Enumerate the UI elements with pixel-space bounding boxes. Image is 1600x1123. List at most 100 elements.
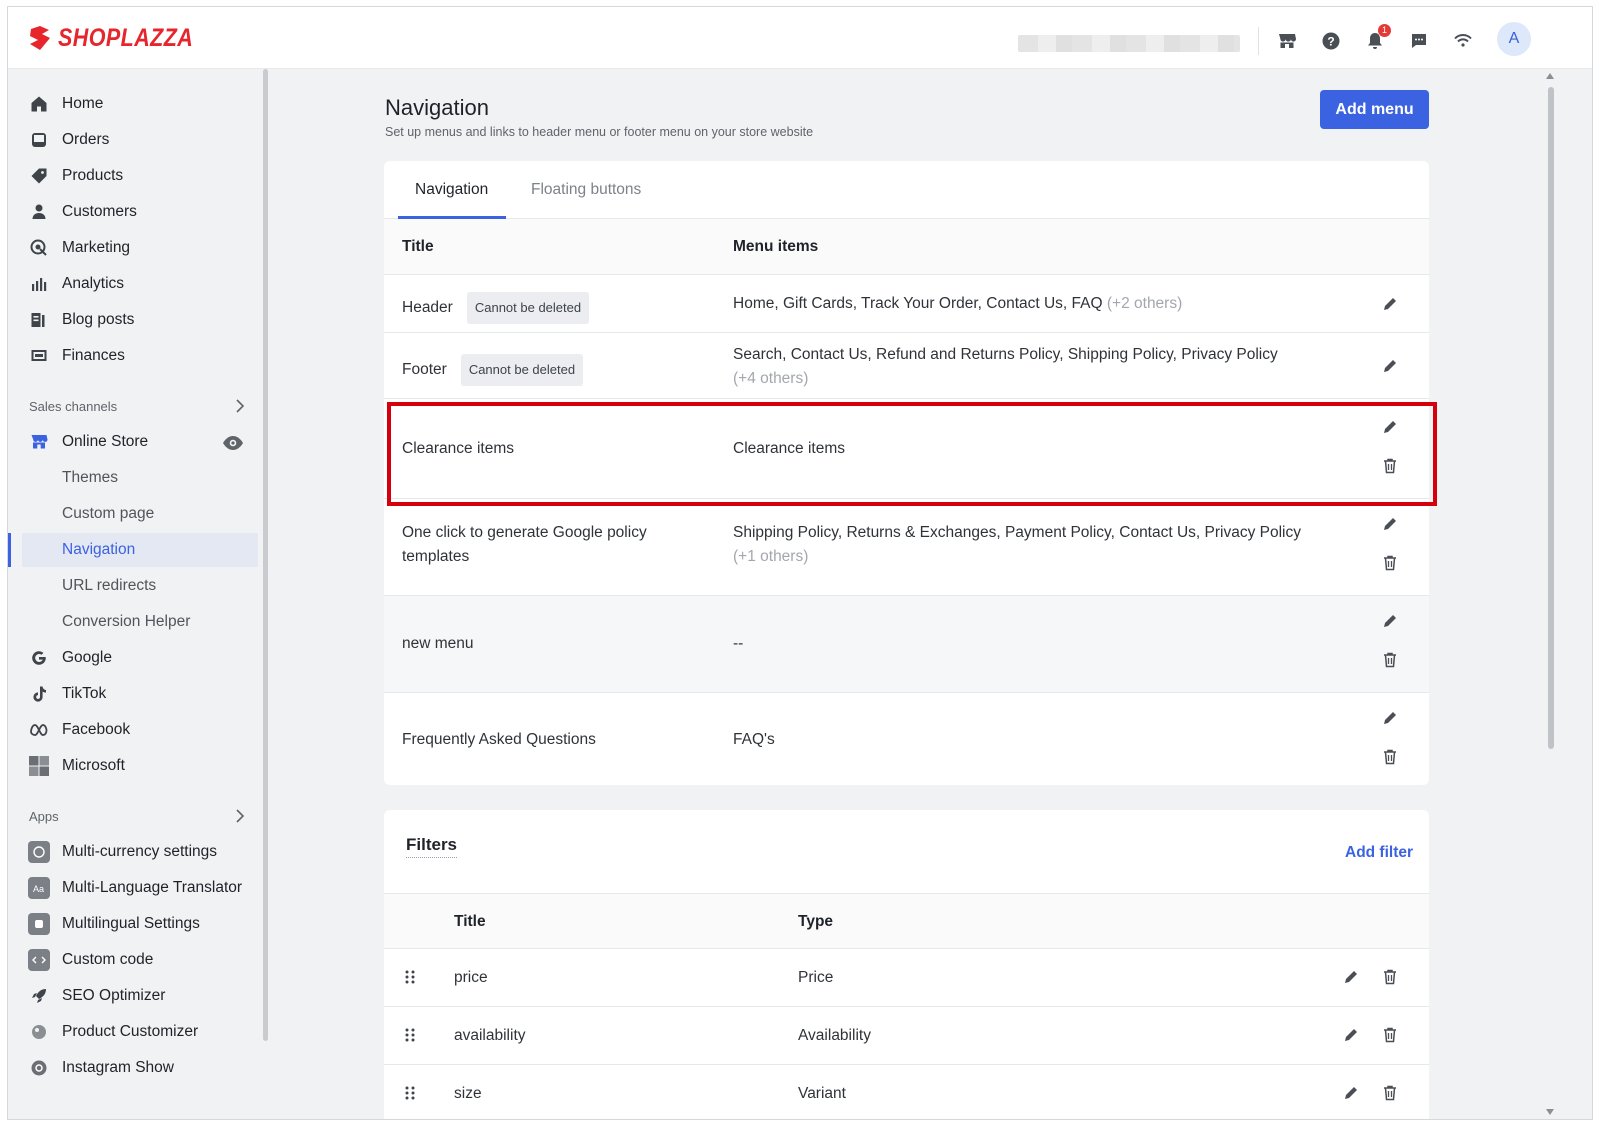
tab-navigation[interactable]: Navigation xyxy=(415,181,488,199)
sidebar-item-home[interactable]: Home xyxy=(22,87,258,121)
store-icon[interactable] xyxy=(1275,29,1299,53)
sidebar-item-analytics[interactable]: Analytics xyxy=(22,267,258,301)
eye-icon[interactable] xyxy=(222,435,244,451)
trash-icon[interactable] xyxy=(1379,552,1401,574)
table-row[interactable]: Footer Cannot be deleted Search, Contact … xyxy=(384,333,1429,399)
menu-title: Footer xyxy=(402,361,447,379)
edit-icon[interactable] xyxy=(1340,1082,1362,1104)
chevron-right-icon[interactable] xyxy=(235,399,245,413)
sidebar-app-instagram-show[interactable]: Instagram Show xyxy=(22,1051,258,1085)
trash-icon[interactable] xyxy=(1379,966,1401,988)
blog-icon xyxy=(28,309,50,331)
sidebar-sub-label: Navigation xyxy=(62,541,136,558)
sidebar-sub-navigation[interactable]: Navigation xyxy=(22,533,258,567)
table-row[interactable]: new menu -- xyxy=(384,596,1429,693)
filter-row[interactable]: price Price xyxy=(384,949,1429,1007)
trash-icon[interactable] xyxy=(1379,649,1401,671)
marketing-icon xyxy=(28,237,50,259)
filter-title: size xyxy=(454,1085,482,1102)
sidebar-item-label: SEO Optimizer xyxy=(62,987,166,1004)
menu-title: new menu xyxy=(402,635,474,652)
svg-text:Aa: Aa xyxy=(33,884,44,894)
drag-handle-icon[interactable] xyxy=(404,969,416,985)
edit-icon[interactable] xyxy=(1379,513,1401,535)
main-scrollbar-thumb[interactable] xyxy=(1548,87,1554,749)
sidebar-item-orders[interactable]: Orders xyxy=(22,123,258,157)
sidebar-item-facebook[interactable]: Facebook xyxy=(22,713,258,747)
table-row[interactable]: Frequently Asked Questions FAQ's xyxy=(384,693,1429,785)
column-header-title: Title xyxy=(402,238,434,255)
help-icon[interactable]: ? xyxy=(1319,29,1343,53)
trash-icon[interactable] xyxy=(1379,1082,1401,1104)
sidebar-item-microsoft[interactable]: Microsoft xyxy=(22,749,258,783)
sidebar-item-label: Multi-currency settings xyxy=(62,843,218,860)
table-row[interactable]: One click to generate Google policy temp… xyxy=(384,499,1429,596)
bell-icon[interactable]: 1 xyxy=(1363,24,1391,53)
filter-row[interactable]: availability Availability xyxy=(384,1007,1429,1065)
sidebar-item-label: Microsoft xyxy=(62,757,125,774)
add-menu-button[interactable]: Add menu xyxy=(1320,90,1429,129)
avatar[interactable]: A xyxy=(1497,22,1531,56)
brand-logo[interactable]: SHOPLAZZA xyxy=(28,23,215,53)
svg-text:?: ? xyxy=(1327,35,1334,49)
add-filter-button[interactable]: Add filter xyxy=(1345,844,1413,862)
sidebar-app-multilingual[interactable]: Multilingual Settings xyxy=(22,907,258,941)
edit-icon[interactable] xyxy=(1379,355,1401,377)
orders-icon xyxy=(28,129,50,151)
more-count: (+4 others) xyxy=(733,370,809,387)
sidebar-item-marketing[interactable]: Marketing xyxy=(22,231,258,265)
sidebar-item-label: Instagram Show xyxy=(62,1059,174,1076)
sidebar-app-multi-currency[interactable]: Multi-currency settings xyxy=(22,835,258,869)
sidebar-item-blog-posts[interactable]: Blog posts xyxy=(22,303,258,337)
scroll-up-arrow-icon[interactable] xyxy=(1546,73,1554,79)
code-app-icon xyxy=(28,949,50,971)
chevron-right-icon[interactable] xyxy=(235,809,245,823)
sidebar-item-label: Products xyxy=(62,167,124,184)
edit-icon[interactable] xyxy=(1379,293,1401,315)
sidebar-item-google[interactable]: Google xyxy=(22,641,258,675)
wifi-icon[interactable] xyxy=(1451,29,1475,53)
sidebar-item-products[interactable]: Products xyxy=(22,159,258,193)
sidebar-sub-conversion-helper[interactable]: Conversion Helper xyxy=(22,605,258,639)
page-title: Navigation xyxy=(385,95,489,120)
cannot-delete-badge: Cannot be deleted xyxy=(466,292,590,324)
table-row[interactable]: Header Cannot be deleted Home, Gift Cards… xyxy=(384,275,1429,333)
home-icon xyxy=(28,93,50,115)
sidebar-item-tiktok[interactable]: TikTok xyxy=(22,677,258,711)
sidebar-sub-themes[interactable]: Themes xyxy=(22,461,258,495)
filter-row[interactable]: size Variant xyxy=(384,1065,1429,1119)
menu-items-text: Shipping Policy, Returns & Exchanges, Pa… xyxy=(733,524,1301,541)
edit-icon[interactable] xyxy=(1379,610,1401,632)
menu-title-cell: Header Cannot be deleted xyxy=(402,292,702,324)
sidebar-app-custom-code[interactable]: Custom code xyxy=(22,943,258,977)
edit-icon[interactable] xyxy=(1340,1024,1362,1046)
meta-icon xyxy=(28,719,50,741)
sidebar-sub-label: Conversion Helper xyxy=(62,613,191,630)
filters-card: Filters Add filter Title Type price Pric… xyxy=(384,810,1429,1119)
multilingual-app-icon xyxy=(28,913,50,935)
filter-type: Price xyxy=(798,969,834,986)
sidebar-item-finances[interactable]: Finances xyxy=(22,339,258,373)
column-header-title: Title xyxy=(454,913,486,930)
sidebar-sub-label: URL redirects xyxy=(62,577,157,594)
scroll-down-arrow-icon[interactable] xyxy=(1546,1109,1554,1115)
edit-icon[interactable] xyxy=(1379,707,1401,729)
sidebar-item-customers[interactable]: Customers xyxy=(22,195,258,229)
drag-handle-icon[interactable] xyxy=(404,1027,416,1043)
sidebar-app-seo-optimizer[interactable]: SEO Optimizer xyxy=(22,979,258,1013)
trash-icon[interactable] xyxy=(1379,746,1401,768)
sidebar-sub-custom-page[interactable]: Custom page xyxy=(22,497,258,531)
sidebar-app-translator[interactable]: Aa Multi-Language Translator xyxy=(22,871,258,905)
sidebar-app-product-customizer[interactable]: Product Customizer xyxy=(22,1015,258,1049)
sidebar-item-label: Multi-Language Translator xyxy=(62,879,243,896)
sidebar-item-label: Custom code xyxy=(62,951,154,968)
finance-icon xyxy=(28,345,50,367)
cannot-delete-badge: Cannot be deleted xyxy=(460,354,584,386)
sidebar-sub-url-redirects[interactable]: URL redirects xyxy=(22,569,258,603)
tab-floating-buttons[interactable]: Floating buttons xyxy=(531,181,641,199)
chat-icon[interactable] xyxy=(1407,29,1431,53)
edit-icon[interactable] xyxy=(1340,966,1362,988)
trash-icon[interactable] xyxy=(1379,1024,1401,1046)
drag-handle-icon[interactable] xyxy=(404,1085,416,1101)
brand-name: SHOPLAZZA xyxy=(58,23,194,52)
